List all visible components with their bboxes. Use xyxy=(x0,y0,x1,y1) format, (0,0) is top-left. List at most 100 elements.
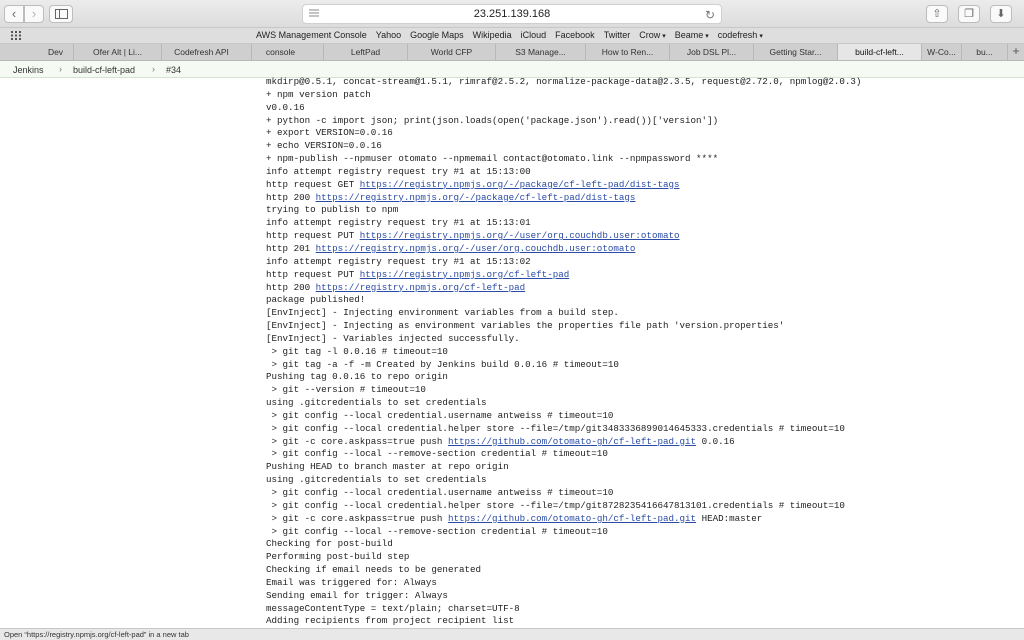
bookmark-label: Wikipedia xyxy=(472,30,512,40)
console-line-suffix: HEAD:master xyxy=(696,512,763,524)
console-line-text: [EnvInject] - Injecting as environment v… xyxy=(266,320,785,332)
breadcrumb-build[interactable]: #34 xyxy=(166,65,181,75)
console-line: Sending email for trigger: Always xyxy=(266,590,1006,603)
browser-tab[interactable]: W-Co... xyxy=(922,44,962,60)
console-line-text: Email was triggered for: Always xyxy=(266,576,437,588)
bookmark-label: Beame xyxy=(674,30,704,40)
console-link[interactable]: https://registry.npmjs.org/-/package/cf-… xyxy=(316,192,636,203)
chevron-down-icon: ▾ xyxy=(759,33,763,40)
share-button[interactable]: ⇧ xyxy=(926,5,948,23)
console-line-text: + python -c import json; print(json.load… xyxy=(266,114,719,126)
tabs-icon: ❐ xyxy=(964,8,974,20)
console-line-text: + npm version patch xyxy=(266,88,371,100)
browser-toolbar: ‹ › 23.251.139.168 ↻ ⇧ ❐ ⬇ xyxy=(0,0,1024,28)
console-line: Pushing HEAD to branch master at repo or… xyxy=(266,461,1006,474)
console-link[interactable]: https://github.com/otomato-gh/cf-left-pa… xyxy=(448,513,696,524)
browser-tab[interactable]: Ofer Alt | Li... xyxy=(74,44,162,60)
console-link[interactable]: https://registry.npmjs.org/cf-left-pad xyxy=(316,282,526,293)
chevron-down-icon: ▾ xyxy=(705,33,709,40)
browser-tab[interactable]: World CFP xyxy=(408,44,496,60)
console-line-text: using .gitcredentials to set credentials xyxy=(266,474,487,486)
console-line: > git tag -a -f -m Created by Jenkins bu… xyxy=(266,359,1006,372)
address-bar[interactable]: 23.251.139.168 ↻ xyxy=(302,4,722,24)
console-line-text: v0.0.16 xyxy=(266,101,305,113)
console-line-text: + echo VERSION=0.0.16 xyxy=(266,140,382,152)
console-line: info attempt registry request try #1 at … xyxy=(266,217,1006,230)
console-line: [EnvInject] - Injecting environment vari… xyxy=(266,307,1006,320)
browser-tab[interactable]: bu... xyxy=(962,44,1008,60)
bookmark-item[interactable]: Beame ▾ xyxy=(675,30,709,40)
console-line: info attempt registry request try #1 at … xyxy=(266,256,1006,269)
browser-tab[interactable]: Getting Star... xyxy=(754,44,838,60)
console-line-text: Pushing tag 0.0.16 to repo origin xyxy=(266,371,448,383)
console-line: mkdirp@0.5.1, concat-stream@1.5.1, rimra… xyxy=(266,76,1006,89)
back-button[interactable]: ‹ xyxy=(4,5,24,23)
bookmarks-bar: AWS Management Console Yahoo Google Maps Wi… xyxy=(0,28,1024,44)
bookmark-label: AWS Management Console xyxy=(256,30,367,40)
console-line-text: Sending email for trigger: Always xyxy=(266,589,448,601)
console-line: Checking if email needs to be generated xyxy=(266,564,1006,577)
console-line-text: Adding recipients from project recipient… xyxy=(266,615,515,627)
bookmark-item[interactable]: codefresh ▾ xyxy=(718,30,763,40)
downloads-button[interactable]: ⬇ xyxy=(990,5,1012,23)
bookmark-label: codefresh xyxy=(717,30,758,40)
chevron-right-icon: › xyxy=(152,64,155,74)
browser-tab[interactable]: How to Ren... xyxy=(586,44,670,60)
console-line: > git config --local credential.username… xyxy=(266,487,1006,500)
bookmark-item[interactable]: Facebook xyxy=(555,30,595,40)
console-line-text: package published! xyxy=(266,294,366,306)
browser-tab[interactable]: S3 Manage... xyxy=(496,44,586,60)
console-output: mkdirp@0.5.1, concat-stream@1.5.1, rimra… xyxy=(266,76,1006,628)
console-line-text: Performing post-build step xyxy=(266,551,410,563)
console-line: > git -c core.askpass=true push https://… xyxy=(266,513,1006,526)
console-line-suffix: 0.0.16 xyxy=(696,435,735,447)
breadcrumb-jenkins[interactable]: Jenkins xyxy=(13,65,44,75)
browser-tab[interactable]: LeftPad xyxy=(324,44,408,60)
console-line: > git config --local credential.helper s… xyxy=(266,423,1006,436)
forward-button[interactable]: › xyxy=(24,5,44,23)
console-line-text: http 200 xyxy=(266,191,316,203)
console-line-text: > git config --local credential.helper s… xyxy=(266,422,845,434)
bookmark-item[interactable]: Wikipedia xyxy=(473,30,512,40)
breadcrumb-job[interactable]: build-cf-left-pad xyxy=(73,65,135,75)
bookmark-item[interactable]: Yahoo xyxy=(376,30,401,40)
address-text: 23.251.139.168 xyxy=(473,8,551,20)
console-line: http 200 https://registry.npmjs.org/-/pa… xyxy=(266,192,1006,205)
sidebar-toggle-button[interactable] xyxy=(49,5,73,23)
status-bar: Open “https://registry.npmjs.org/cf-left… xyxy=(0,628,1024,640)
console-line: http request PUT https://registry.npmjs.… xyxy=(266,230,1006,243)
console-line: http request PUT https://registry.npmjs.… xyxy=(266,269,1006,282)
console-link[interactable]: https://github.com/otomato-gh/cf-left-pa… xyxy=(448,436,696,447)
new-tab-button[interactable]: + xyxy=(1008,44,1024,60)
bookmark-item[interactable]: Google Maps xyxy=(410,30,464,40)
console-line-text: > git tag -l 0.0.16 # timeout=10 xyxy=(266,345,448,357)
browser-tab[interactable]: console xyxy=(238,44,324,60)
console-line: using .gitcredentials to set credentials xyxy=(266,474,1006,487)
console-line-text: http 201 xyxy=(266,242,316,254)
console-line-text: > git --version # timeout=10 xyxy=(266,384,426,396)
browser-tab[interactable]: Job DSL Pl... xyxy=(670,44,754,60)
tab-overview-button[interactable]: ❐ xyxy=(958,5,980,23)
bookmark-item[interactable]: iCloud xyxy=(521,30,547,40)
console-link[interactable]: https://registry.npmjs.org/cf-left-pad xyxy=(360,269,570,280)
console-line: > git config --local --remove-section cr… xyxy=(266,526,1006,539)
bookmark-item[interactable]: Crow ▾ xyxy=(639,30,666,40)
console-line: using .gitcredentials to set credentials xyxy=(266,397,1006,410)
console-link[interactable]: https://registry.npmjs.org/-/user/org.co… xyxy=(316,243,636,254)
bookmark-item[interactable]: AWS Management Console xyxy=(256,30,367,40)
bookmark-item[interactable]: Twitter xyxy=(604,30,631,40)
chevron-left-icon: ‹ xyxy=(11,6,17,21)
console-line-text: [EnvInject] - Variables injected success… xyxy=(266,332,520,344)
bookmarks-list: AWS Management Console Yahoo Google Maps Wi… xyxy=(256,30,763,40)
console-line: Checking for post-build xyxy=(266,538,1006,551)
browser-tab[interactable]: build-cf-left... xyxy=(838,44,922,60)
status-text: Open “https://registry.npmjs.org/cf-left… xyxy=(4,630,189,639)
browser-tab[interactable]: Dev xyxy=(38,44,74,60)
bookmark-label: Crow xyxy=(639,30,661,40)
reload-icon[interactable]: ↻ xyxy=(705,8,715,22)
grid-icon[interactable] xyxy=(11,31,21,40)
console-link[interactable]: https://registry.npmjs.org/-/user/org.co… xyxy=(360,230,680,241)
console-line: > git config --local credential.helper s… xyxy=(266,500,1006,513)
console-link[interactable]: https://registry.npmjs.org/-/package/cf-… xyxy=(360,179,680,190)
browser-tab[interactable]: Codefresh API xyxy=(152,44,252,60)
